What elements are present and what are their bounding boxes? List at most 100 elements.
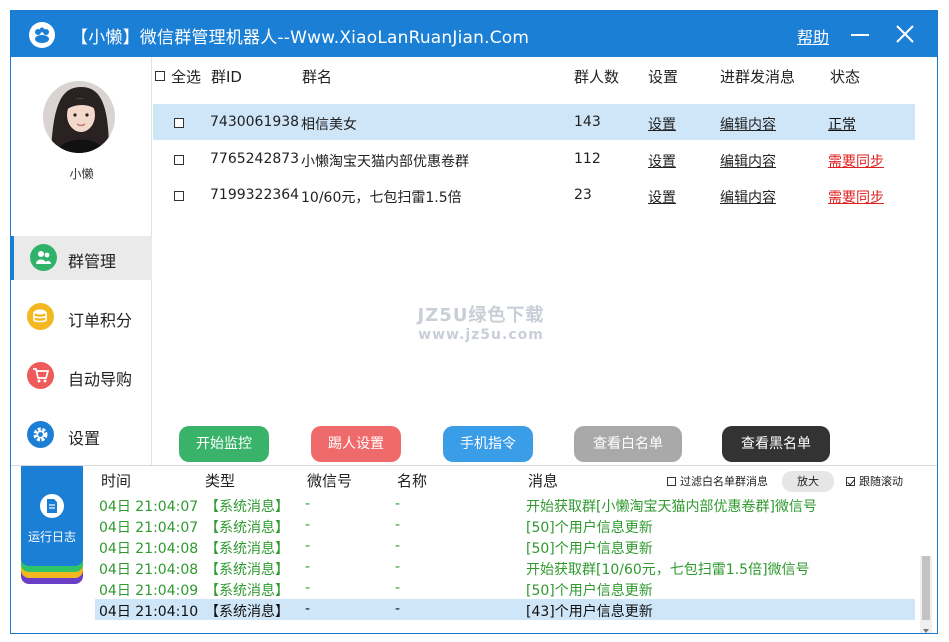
select-all-label: 全选 <box>171 68 202 86</box>
status-link[interactable]: 需要同步 <box>828 187 884 207</box>
log-type: 【系统消息】 <box>205 499 289 515</box>
member-count: 23 <box>574 187 592 203</box>
phone-command-button[interactable]: 手机指令 <box>443 426 533 462</box>
header-group-name: 群名 <box>302 68 333 86</box>
log-message: 开始获取群[10/60元，七包扫雷1.5倍]微信号 <box>526 562 810 578</box>
scrollbar-thumb[interactable] <box>922 556 930 620</box>
settings-link[interactable]: 设置 <box>648 151 676 171</box>
kick-settings-button[interactable]: 踢人设置 <box>311 426 401 462</box>
log-scrollbar[interactable] <box>920 556 932 633</box>
log-message: 开始获取群[小懒淘宝天猫内部优惠卷群]微信号 <box>526 499 817 515</box>
group-id: 7430061938 <box>210 114 300 130</box>
gear-icon <box>27 421 54 448</box>
app-logo-icon <box>29 22 55 48</box>
sidebar: 小懒 群管理 订单积分 自动导购 设置 <box>11 57 152 465</box>
log-name: - <box>395 580 401 596</box>
edit-content-link[interactable]: 编辑内容 <box>720 151 776 171</box>
log-wechat: - <box>305 538 311 554</box>
scroll-down-arrow-icon[interactable] <box>923 629 929 633</box>
log-name: - <box>395 517 401 533</box>
edit-content-link[interactable]: 编辑内容 <box>720 114 776 134</box>
close-button[interactable] <box>891 21 919 47</box>
row-checkbox[interactable] <box>174 189 184 205</box>
log-row[interactable]: 04日 21:04:08 【系统消息】 - - 开始获取群[10/60元，七包扫… <box>95 557 915 578</box>
watermark: JZ5U绿色下载 www.jz5u.com <box>406 301 556 343</box>
checkbox-checked-icon <box>846 477 855 486</box>
log-header-time: 时间 <box>101 472 132 490</box>
status-link[interactable]: 正常 <box>828 114 856 134</box>
log-name: - <box>395 601 401 617</box>
settings-link[interactable]: 设置 <box>648 114 676 134</box>
username: 小懒 <box>69 167 94 181</box>
view-blacklist-button[interactable]: 查看黑名单 <box>722 426 830 462</box>
log-row[interactable]: 04日 21:04:07 【系统消息】 - - [50]个用户信息更新 <box>95 515 915 536</box>
log-message: [50]个用户信息更新 <box>526 541 653 557</box>
log-type: 【系统消息】 <box>205 583 289 599</box>
cart-icon <box>27 362 54 389</box>
follow-scroll-checkbox[interactable]: 跟随滚动 <box>846 473 903 489</box>
log-row[interactable]: 04日 21:04:09 【系统消息】 - - [50]个用户信息更新 <box>95 578 915 599</box>
settings-link[interactable]: 设置 <box>648 187 676 207</box>
log-type: 【系统消息】 <box>205 562 289 578</box>
log-time: 04日 21:04:07 <box>99 520 199 536</box>
minimize-icon <box>851 34 869 36</box>
table-row[interactable]: 7199322364 10/60元，七包扫雷1.5倍 23 设置 编辑内容 需要… <box>153 177 915 213</box>
header-join-message: 进群发消息 <box>720 68 796 86</box>
group-name: 小懒淘宝天猫内部优惠卷群 <box>301 154 469 170</box>
sidebar-item-auto-shopping[interactable]: 自动导购 <box>11 354 152 398</box>
header-group-id: 群ID <box>211 68 242 86</box>
log-header-message: 消息 <box>528 472 559 490</box>
row-checkbox[interactable] <box>174 153 184 169</box>
header-settings: 设置 <box>648 68 679 86</box>
log-row[interactable]: 04日 21:04:08 【系统消息】 - - [50]个用户信息更新 <box>95 536 915 557</box>
log-time: 04日 21:04:10 <box>99 604 199 620</box>
sidebar-item-order-points[interactable]: 订单积分 <box>11 295 152 339</box>
log-type: 【系统消息】 <box>205 604 289 620</box>
zoom-button[interactable]: 放大 <box>782 471 834 492</box>
coins-icon <box>27 303 54 330</box>
minimize-button[interactable] <box>847 21 875 47</box>
row-checkbox[interactable] <box>174 116 184 132</box>
sidebar-item-label: 订单积分 <box>68 311 133 330</box>
table-row[interactable]: 7765242873 小懒淘宝天猫内部优惠卷群 112 设置 编辑内容 需要同步 <box>153 141 915 177</box>
log-wechat: - <box>305 580 311 596</box>
checkbox-icon <box>174 155 184 165</box>
sidebar-item-label: 设置 <box>68 429 101 448</box>
log-time: 04日 21:04:08 <box>99 541 199 557</box>
document-icon <box>40 494 64 518</box>
sidebar-item-label: 群管理 <box>68 252 117 271</box>
log-type: 【系统消息】 <box>205 541 289 557</box>
log-time: 04日 21:04:08 <box>99 562 199 578</box>
log-name: - <box>395 559 401 575</box>
table-row[interactable]: 7430061938 相信美女 143 设置 编辑内容 正常 <box>153 104 915 140</box>
checkbox-icon <box>155 71 165 81</box>
status-link[interactable]: 需要同步 <box>828 151 884 171</box>
log-wechat: - <box>305 517 311 533</box>
log-time: 04日 21:04:09 <box>99 583 199 599</box>
select-all-checkbox[interactable] <box>155 67 165 85</box>
sidebar-item-group-management[interactable]: 群管理 <box>11 236 152 280</box>
run-log-label: 运行日志 <box>27 530 76 544</box>
log-message: [50]个用户信息更新 <box>526 583 653 599</box>
log-wechat: - <box>305 496 311 512</box>
log-row[interactable]: 04日 21:04:10 【系统消息】 - - [43]个用户信息更新 <box>95 599 915 620</box>
header-status: 状态 <box>830 68 861 86</box>
sidebar-item-settings[interactable]: 设置 <box>11 413 152 457</box>
log-header-name: 名称 <box>397 472 428 490</box>
view-whitelist-button[interactable]: 查看白名单 <box>574 426 682 462</box>
filter-whitelist-checkbox[interactable]: 过滤白名单群消息 <box>667 473 768 489</box>
checkbox-icon <box>667 477 676 486</box>
edit-content-link[interactable]: 编辑内容 <box>720 187 776 207</box>
start-monitor-button[interactable]: 开始监控 <box>179 426 269 462</box>
log-type: 【系统消息】 <box>205 520 289 536</box>
avatar[interactable] <box>43 81 115 153</box>
checkbox-icon <box>174 191 184 201</box>
help-link[interactable]: 帮助 <box>797 24 829 48</box>
log-row[interactable]: 04日 21:04:07 【系统消息】 - - 开始获取群[小懒淘宝天猫内部优惠… <box>95 494 915 515</box>
log-message: [50]个用户信息更新 <box>526 520 653 536</box>
app-window: 【小懒】微信群管理机器人--Www.XiaoLanRuanJian.Com 帮助 <box>10 10 938 634</box>
header-member-count: 群人数 <box>574 68 620 86</box>
log-time: 04日 21:04:07 <box>99 499 199 515</box>
log-message: [43]个用户信息更新 <box>526 604 653 620</box>
group-name: 相信美女 <box>301 117 357 133</box>
